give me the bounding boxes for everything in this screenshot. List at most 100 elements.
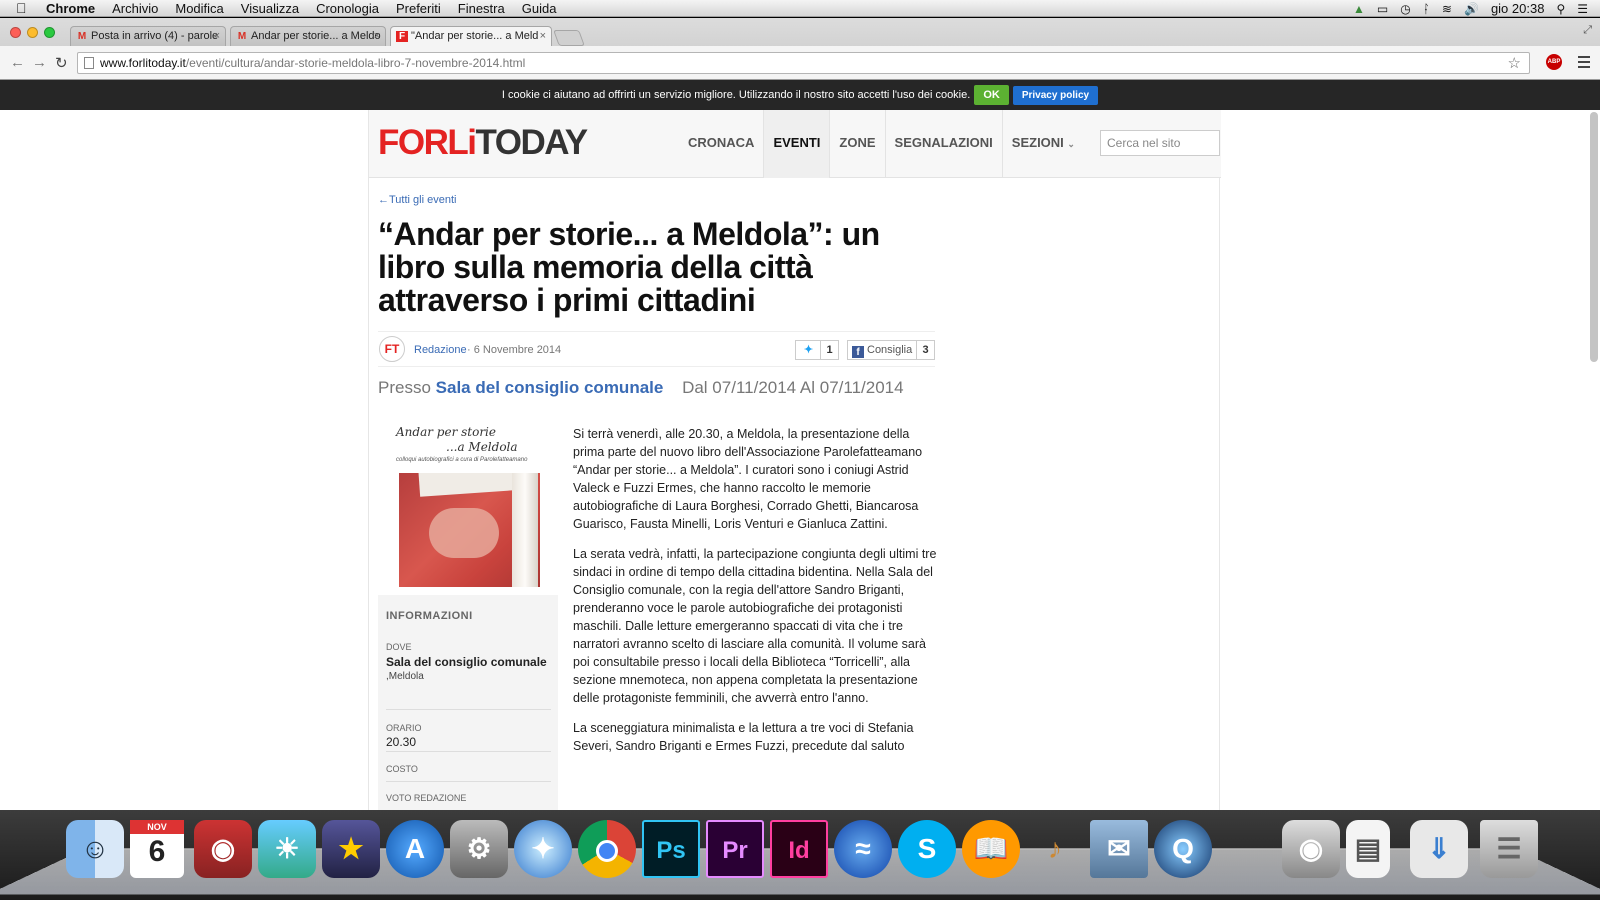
imovie-icon[interactable]: ★	[322, 820, 380, 878]
address-bar[interactable]: www.forlitoday.it/eventi/cultura/andar-s…	[77, 52, 1530, 74]
presso-label: Presso	[378, 378, 431, 397]
preview-icon[interactable]: ▤	[1346, 820, 1390, 878]
apple-icon[interactable]: 	[16, 0, 32, 17]
indesign-icon[interactable]: Id	[770, 820, 828, 878]
dictionary-icon[interactable]: ≈	[834, 820, 892, 878]
url-domain: www.forlitoday.it	[100, 56, 186, 70]
chrome-icon[interactable]	[578, 820, 636, 878]
zoom-window-button[interactable]	[44, 27, 55, 38]
volume-icon[interactable]: 🔊	[1464, 2, 1479, 16]
tab-label: Posta in arrivo (4) - parole	[91, 30, 219, 42]
skype-icon[interactable]: S	[898, 820, 956, 878]
forlitoday-icon: F	[396, 31, 408, 42]
downloads-icon[interactable]: ⇓	[1410, 820, 1468, 878]
nav-eventi[interactable]: EVENTI	[764, 110, 831, 178]
all-events-link[interactable]: ←Tutti gli eventi	[378, 194, 456, 206]
tab-gmail-message[interactable]: M Andar per storie... a Meldo ×	[230, 26, 386, 46]
quicktime-icon[interactable]: Q	[1154, 820, 1212, 878]
time-machine-icon[interactable]: ◷	[1400, 2, 1410, 16]
menu-modifica[interactable]: Modifica	[175, 0, 223, 17]
photo-booth-icon[interactable]: ◉	[194, 820, 252, 878]
menu-guida[interactable]: Guida	[522, 0, 557, 17]
garageband-icon[interactable]: ♪	[1026, 820, 1084, 878]
divider	[386, 781, 551, 782]
premiere-icon[interactable]: Pr	[706, 820, 764, 878]
tab-label: "Andar per storie... a Meld	[411, 30, 539, 42]
bluetooth-icon[interactable]: ᛛ	[1423, 2, 1430, 16]
author-link[interactable]: Redazione	[414, 344, 467, 356]
nav-zone[interactable]: ZONE	[830, 110, 886, 178]
close-tab-icon[interactable]: ×	[374, 30, 380, 42]
trash-icon[interactable]: ☰	[1480, 820, 1538, 878]
iphoto-icon[interactable]: ☀	[258, 820, 316, 878]
airplay-icon[interactable]: ▭	[1377, 2, 1388, 16]
wifi-icon[interactable]: ≋	[1442, 2, 1452, 16]
chrome-menu-icon[interactable]	[1578, 56, 1590, 71]
nav-segnalazioni[interactable]: SEGNALAZIONI	[886, 110, 1003, 178]
nav-sezioni[interactable]: SEZIONI ⌄	[1003, 110, 1084, 178]
status-menu-icon[interactable]: ▲	[1353, 2, 1365, 16]
forward-button[interactable]: →	[32, 54, 47, 71]
notification-center-icon[interactable]: ☰	[1577, 2, 1588, 16]
scrollbar[interactable]	[1590, 112, 1598, 362]
event-dates: Dal 07/11/2014 Al 07/11/2014	[682, 378, 904, 397]
menu-archivio[interactable]: Archivio	[112, 0, 158, 17]
article-title: “Andar per storie... a Meldola”: un libr…	[378, 216, 880, 318]
back-button[interactable]: ←	[10, 54, 25, 71]
finder-icon[interactable]: ☺	[66, 820, 124, 878]
app-store-icon[interactable]: A	[386, 820, 444, 878]
image-capture-icon[interactable]: ◉	[1282, 820, 1340, 878]
menu-finestra[interactable]: Finestra	[458, 0, 505, 17]
event-location-line: Presso Sala del consiglio comunale Dal 0…	[378, 378, 904, 398]
ibooks-icon[interactable]: 📖	[962, 820, 1020, 878]
menu-cronologia[interactable]: Cronologia	[316, 0, 379, 17]
page-viewport: FORLiTODAY CRONACA EVENTI ZONE SEGNALAZI…	[0, 110, 1600, 810]
nav-cronaca[interactable]: CRONACA	[679, 110, 765, 178]
voto-label: VOTO REDAZIONE	[386, 793, 467, 803]
tab-label: Andar per storie... a Meldo	[251, 30, 381, 42]
site-search-input[interactable]: Cerca nel sito	[1100, 130, 1220, 156]
photoshop-icon[interactable]: Ps	[642, 820, 700, 878]
browser-toolbar: ← → ↻ www.forlitoday.it/eventi/cultura/a…	[0, 46, 1600, 80]
close-window-button[interactable]	[10, 27, 21, 38]
close-tab-icon[interactable]: ×	[540, 30, 546, 42]
adblock-plus-icon[interactable]: ABP	[1546, 54, 1562, 70]
divider	[386, 751, 551, 752]
gmail-icon: M	[77, 31, 87, 42]
dove-value: Sala del consiglio comunale	[386, 655, 547, 669]
url-path: /eventi/cultura/andar-storie-meldola-lib…	[185, 56, 526, 70]
nav-sezioni-label: SEZIONI	[1011, 135, 1064, 150]
logo-today: TODAY	[475, 123, 588, 162]
publish-date: · 6 Novembre 2014	[467, 344, 562, 356]
safari-icon[interactable]: ✦	[514, 820, 572, 878]
new-tab-button[interactable]	[553, 30, 585, 46]
tab-gmail-inbox[interactable]: M Posta in arrivo (4) - parole ×	[70, 26, 226, 46]
tweet-button[interactable]: ✦ 1	[795, 340, 839, 360]
calendar-icon[interactable]: NOV 6	[130, 820, 184, 878]
clock[interactable]: gio 20:38	[1491, 1, 1545, 16]
tab-forlitoday[interactable]: F "Andar per storie... a Meld ×	[390, 26, 552, 46]
location-link[interactable]: Sala del consiglio comunale	[436, 378, 664, 397]
book-cover-image[interactable]: Andar per storie ...a Meldola colloqui a…	[378, 415, 558, 595]
calendar-day: 6	[148, 835, 166, 868]
mail-icon[interactable]: ✉	[1090, 820, 1148, 878]
main-nav: CRONACA EVENTI ZONE SEGNALAZIONI SEZIONI…	[679, 110, 1084, 178]
system-preferences-icon[interactable]: ⚙	[450, 820, 508, 878]
menu-visualizza[interactable]: Visualizza	[241, 0, 299, 17]
cookie-text: I cookie ci aiutano ad offrirti un servi…	[501, 89, 971, 101]
minimize-window-button[interactable]	[27, 27, 38, 38]
cookie-ok-button[interactable]: OK	[974, 85, 1009, 105]
paragraph: La serata vedrà, infatti, la partecipazi…	[573, 547, 937, 705]
facebook-recommend-button[interactable]: f Consiglia 3	[847, 340, 935, 360]
page-icon	[84, 57, 94, 69]
fullscreen-icon[interactable]: ⤢	[1583, 24, 1592, 37]
menu-app[interactable]: Chrome	[46, 0, 95, 17]
forlitoday-logo[interactable]: FORLiTODAY	[378, 123, 588, 163]
menu-preferiti[interactable]: Preferiti	[396, 0, 441, 17]
close-tab-icon[interactable]: ×	[214, 30, 220, 42]
site-header: FORLiTODAY CRONACA EVENTI ZONE SEGNALAZI…	[369, 110, 1221, 178]
bookmark-star-icon[interactable]: ☆	[1508, 54, 1521, 72]
spotlight-icon[interactable]: ⚲	[1556, 2, 1565, 16]
reload-button[interactable]: ↻	[55, 54, 68, 72]
privacy-policy-button[interactable]: Privacy policy	[1012, 85, 1099, 105]
